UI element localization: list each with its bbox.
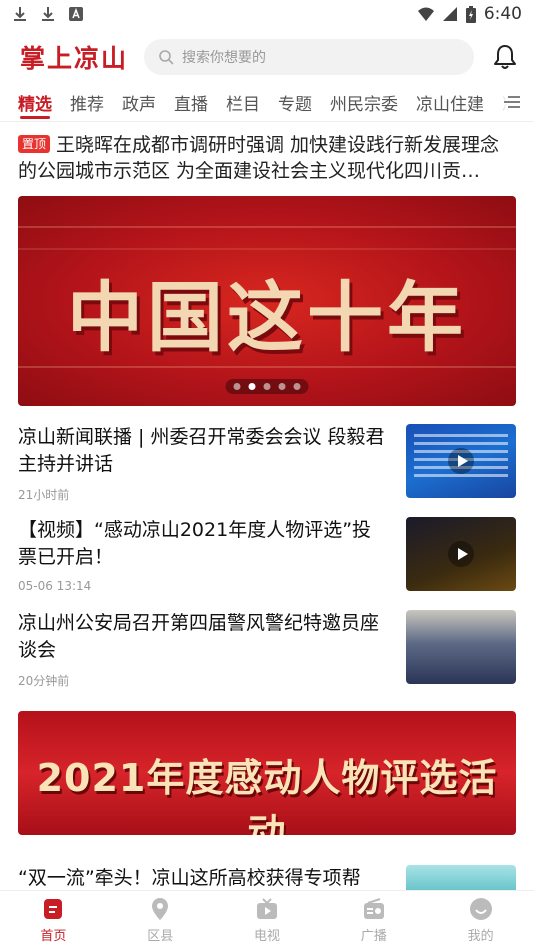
tab-recommended[interactable]: 推荐 <box>70 86 104 121</box>
notification-bell-button[interactable] <box>490 42 520 72</box>
carousel-dot <box>263 383 271 390</box>
pinned-headline[interactable]: 置顶 王晓晖在成都市调研时强调 加快建设践行新发展理念的公园城市示范区 为全面建设… <box>0 122 534 184</box>
nav-district[interactable]: 区县 <box>107 891 214 950</box>
nav-tv[interactable]: 电视 <box>214 891 321 950</box>
home-icon <box>44 899 63 919</box>
pinned-title: 王晓晖在成都市调研时强调 加快建设践行新发展理念的公园城市示范区 为全面建设社会… <box>18 134 500 182</box>
nav-home-label: 首页 <box>40 929 67 944</box>
tab-topics[interactable]: 专题 <box>278 86 312 121</box>
promo-banner-title: 2021年度感动人物评选活动 <box>36 756 498 835</box>
carousel-banner[interactable]: 中国这十年 <box>18 196 516 406</box>
play-icon <box>448 541 474 567</box>
tab-featured[interactable]: 精选 <box>18 86 52 121</box>
channel-tabs: 精选 推荐 政声 直播 栏目 专题 州民宗委 凉山住建 凉 <box>0 86 534 122</box>
carousel-dot <box>233 383 241 390</box>
tab-menu-button[interactable] <box>494 86 534 121</box>
signal-icon <box>442 7 457 21</box>
status-notifications <box>12 6 84 22</box>
tab-politics[interactable]: 政声 <box>122 86 156 121</box>
news-item[interactable]: 凉山新闻联播 | 州委召开常委会会议 段毅君主持并讲话 21小时前 <box>18 406 516 502</box>
news-item[interactable]: 【视频】“感动凉山2021年度人物评选”投票已开启！ 05-06 13:14 <box>18 499 516 593</box>
search-bar[interactable]: 搜索你想要的 <box>144 39 474 75</box>
nav-profile-label: 我的 <box>467 929 494 944</box>
nav-home[interactable]: 首页 <box>0 891 107 950</box>
tv-icon <box>256 898 277 919</box>
profile-icon <box>469 898 492 920</box>
news-time: 20分钟前 <box>18 674 70 688</box>
tab-liangshan-housing[interactable]: 凉山住建 <box>416 86 484 121</box>
carousel-dot-active <box>248 383 256 390</box>
promo-banner[interactable]: 2021年度感动人物评选活动 <box>18 711 516 835</box>
menu-icon <box>504 95 520 108</box>
news-time: 21小时前 <box>18 488 70 502</box>
news-title: 凉山新闻联播 | 州委召开常委会会议 段毅君主持并讲话 <box>18 426 385 475</box>
tab-ethnic-affairs[interactable]: 州民宗委 <box>330 86 398 121</box>
status-bar: 6:40 <box>0 0 534 28</box>
nav-radio[interactable]: 广播 <box>320 891 427 950</box>
status-time: 6:40 <box>483 4 522 24</box>
nav-radio-label: 广播 <box>360 929 387 944</box>
carousel-dot <box>278 383 286 390</box>
news-title: 凉山州公安局召开第四届警风警纪特邀员座谈会 <box>18 612 380 661</box>
text-a-icon <box>69 7 83 21</box>
news-thumbnail <box>406 610 516 684</box>
news-item[interactable]: 凉山州公安局召开第四届警风警纪特邀员座谈会 20分钟前 <box>18 592 516 688</box>
play-icon <box>448 448 474 474</box>
search-placeholder: 搜索你想要的 <box>182 50 267 66</box>
news-item[interactable]: “双一流”牵头！凉山这所高校获得专项帮 <box>0 835 534 895</box>
pinned-badge: 置顶 <box>18 135 51 153</box>
news-thumbnail <box>406 517 516 591</box>
download-icon <box>42 7 54 21</box>
nav-district-label: 区县 <box>147 929 174 944</box>
news-list: 凉山新闻联播 | 州委召开常委会会议 段毅君主持并讲话 21小时前 【视频】“感… <box>0 406 534 688</box>
location-pin-icon <box>152 898 169 920</box>
download-icon <box>14 7 26 21</box>
wifi-icon <box>417 7 434 21</box>
app-logo: 掌上凉山 <box>20 44 129 73</box>
carousel-dot <box>293 383 301 390</box>
bottom-navigation: 首页 区县 电视 广播 我的 <box>0 890 534 950</box>
carousel-indicator <box>225 379 309 394</box>
tab-live[interactable]: 直播 <box>174 86 208 121</box>
news-title: 【视频】“感动凉山2021年度人物评选”投票已开启！ <box>18 519 372 568</box>
nav-profile[interactable]: 我的 <box>427 891 534 950</box>
tab-columns[interactable]: 栏目 <box>226 86 260 121</box>
news-thumbnail <box>406 424 516 498</box>
news-time: 05-06 13:14 <box>18 579 92 593</box>
radio-icon <box>363 898 384 919</box>
status-system: 6:40 <box>417 4 522 24</box>
bell-icon <box>494 45 516 69</box>
nav-tv-label: 电视 <box>253 929 280 944</box>
carousel-title: 中国这十年 <box>67 273 467 362</box>
battery-icon <box>465 5 476 23</box>
search-icon <box>159 50 174 65</box>
app-header: 掌上凉山 搜索你想要的 <box>0 28 534 86</box>
